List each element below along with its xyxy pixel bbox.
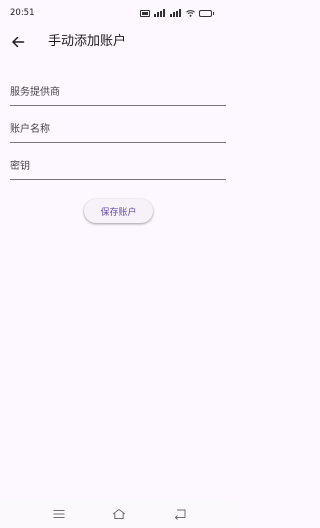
page-title: 手动添加账户 [48,34,127,49]
status-time: 20:51 [10,8,35,18]
app-bar: 手动添加账户 [0,26,237,58]
account-name-input[interactable] [10,117,226,142]
sim-card-icon [140,9,150,17]
save-account-button[interactable]: 保存账户 [84,199,153,223]
battery-icon [199,9,214,17]
return-icon [175,509,186,520]
provider-input[interactable] [10,80,226,105]
home-icon [112,509,126,519]
cellular-signal-icon-2 [170,9,182,17]
menu-icon [53,510,65,518]
arrow-back-icon [12,36,25,48]
secret-key-input[interactable] [10,154,226,179]
wifi-icon [186,9,195,17]
menu-button[interactable] [52,507,66,521]
account-name-field[interactable] [10,117,226,143]
provider-field[interactable] [10,80,226,106]
home-button[interactable] [112,507,126,521]
back-button[interactable] [6,30,30,54]
cellular-signal-icon [154,9,166,17]
status-bar: 20:51 [0,0,237,26]
back-nav-button[interactable] [173,507,187,521]
secret-key-field[interactable] [10,154,226,180]
status-icons [140,9,214,17]
system-navigation-bar [0,500,237,528]
